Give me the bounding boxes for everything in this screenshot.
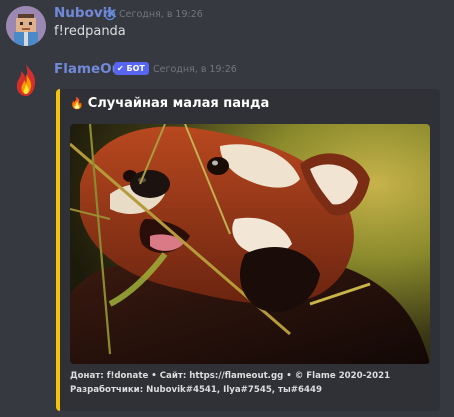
bot-tag: ✔ БОТ (114, 62, 149, 75)
embed-title-text: Случайная малая панда (87, 96, 270, 111)
avatar-nubovik[interactable] (6, 6, 46, 46)
embed: 🔥 Случайная малая панда Донат: f!donate … (56, 89, 440, 411)
embed-image-red-panda[interactable] (70, 124, 430, 364)
verified-owner-icon (104, 6, 116, 25)
timestamp: Сегодня, в 19:26 (119, 9, 203, 20)
embed-footer-line1: Донат: f!donate • Сайт: https://flameout… (70, 371, 391, 381)
flame-avatar-icon (16, 64, 36, 96)
pixel-avatar-icon (6, 6, 46, 46)
timestamp: Сегодня, в 19:26 (153, 64, 237, 75)
message-content: f!redpanda (54, 24, 126, 39)
avatar-flameout[interactable] (6, 60, 46, 100)
embed-title: 🔥 Случайная малая панда (70, 96, 269, 111)
message-nubovik: Nubovik Сегодня, в 19:26 f!redpanda (0, 0, 454, 50)
red-panda-icon (70, 124, 430, 364)
fire-icon: 🔥 (70, 97, 84, 110)
embed-footer-line2: Разработчики: Nubovik#4541, Ilya#7545, т… (70, 385, 322, 395)
